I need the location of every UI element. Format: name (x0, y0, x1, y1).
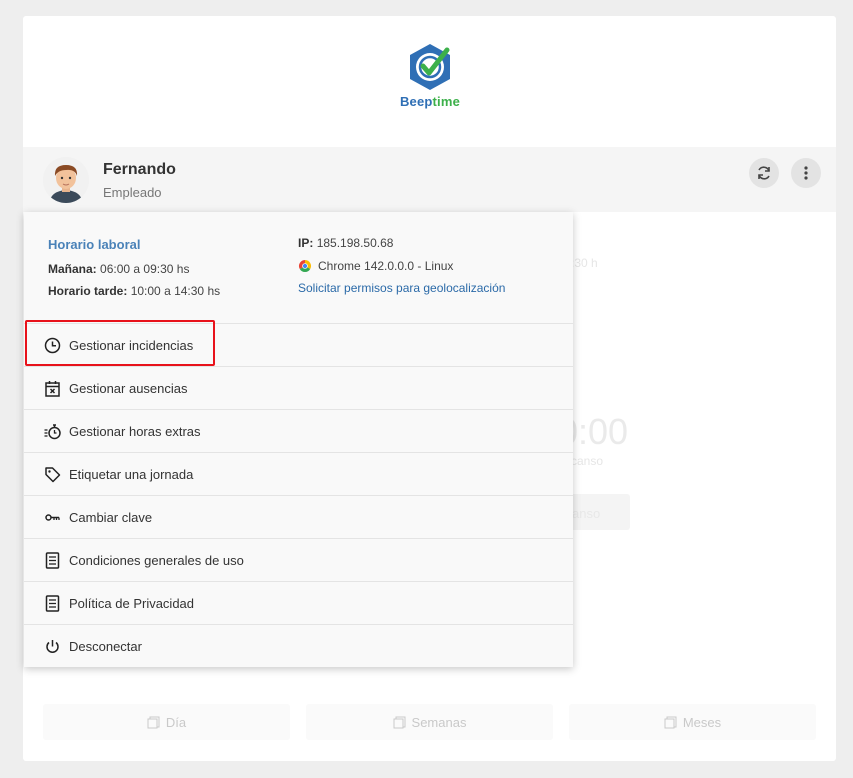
tab-weeks-label: Semanas (411, 714, 467, 730)
avatar[interactable] (43, 157, 89, 203)
brand-name: Beeptime (399, 94, 461, 109)
menu-item-manage-absences[interactable]: Gestionar ausencias (24, 366, 573, 409)
menu-item-logout[interactable]: Desconectar (24, 624, 573, 667)
tab-weeks[interactable]: Semanas (306, 704, 553, 740)
menu-item-label: Desconectar (69, 638, 142, 654)
menu-item-label: Política de Privacidad (69, 595, 195, 611)
menu-item-label: Condiciones generales de uso (69, 552, 244, 568)
tab-months-label: Meses (682, 714, 722, 730)
menu-item-label: Etiquetar una jornada (69, 466, 194, 482)
key-icon (44, 509, 61, 526)
menu-item-label: Cambiar clave (69, 509, 153, 525)
menu-item-label: Gestionar ausencias (69, 380, 188, 396)
user-role: Empleado (103, 185, 162, 200)
calendar-x-icon (44, 380, 61, 397)
refresh-icon (758, 166, 770, 180)
menu-item-tag-workday[interactable]: Etiquetar una jornada (24, 452, 573, 495)
menu-item-label: Gestionar horas extras (69, 423, 201, 439)
beeptime-logo: Beeptime (399, 42, 461, 109)
schedule-afternoon: Horario tarde: 10:00 a 14:30 hs (48, 284, 221, 298)
copy-icon (147, 716, 160, 728)
menu-item-terms-of-use[interactable]: Condiciones generales de uso (24, 538, 573, 581)
background-action-button: anso (568, 494, 630, 530)
chrome-icon (298, 260, 312, 273)
user-name: Fernando (103, 161, 176, 178)
schedule-morning: Mañana: 06:00 a 09:30 hs (48, 262, 190, 276)
copy-icon (393, 716, 406, 728)
beeptime-logo-icon (410, 44, 450, 90)
schedule-title: Horario laboral (48, 237, 141, 252)
menu-item-change-password[interactable]: Cambiar clave (24, 495, 573, 538)
user-dropdown-menu: Horario laboral Mañana: 06:00 a 09:30 hs… (24, 212, 573, 667)
browser-text: Chrome 142.0.0.0 - Linux (318, 259, 454, 273)
tab-months[interactable]: Meses (569, 704, 816, 740)
power-icon (44, 638, 61, 655)
background-sub-fragment: canso (571, 454, 604, 468)
period-tabs: Día Semanas Meses (43, 704, 816, 740)
refresh-button[interactable] (749, 158, 779, 188)
tab-day[interactable]: Día (43, 704, 290, 740)
document-icon (44, 551, 61, 569)
highlight-box (25, 320, 215, 366)
ip-address: IP: 185.198.50.68 (298, 236, 394, 250)
tab-day-label: Día (165, 714, 187, 730)
menu-info-section: Horario laboral Mañana: 06:00 a 09:30 hs… (24, 212, 573, 323)
more-vertical-icon (804, 166, 808, 180)
document-icon (44, 594, 61, 612)
tag-icon (44, 466, 61, 483)
menu-items: Gestionar incidencias Gestionar ausencia… (24, 323, 573, 667)
more-options-button[interactable] (791, 158, 821, 188)
user-bar: Fernando Empleado (23, 147, 836, 212)
stopwatch-icon (44, 423, 61, 440)
menu-item-privacy-policy[interactable]: Política de Privacidad (24, 581, 573, 624)
browser-info: Chrome 142.0.0.0 - Linux (298, 259, 453, 273)
background-hours-fragment: :30 h (571, 256, 598, 270)
geolocation-permission-link[interactable]: Solicitar permisos para geolocalización (298, 281, 505, 295)
copy-icon (664, 716, 677, 728)
menu-item-manage-overtime[interactable]: Gestionar horas extras (24, 409, 573, 452)
